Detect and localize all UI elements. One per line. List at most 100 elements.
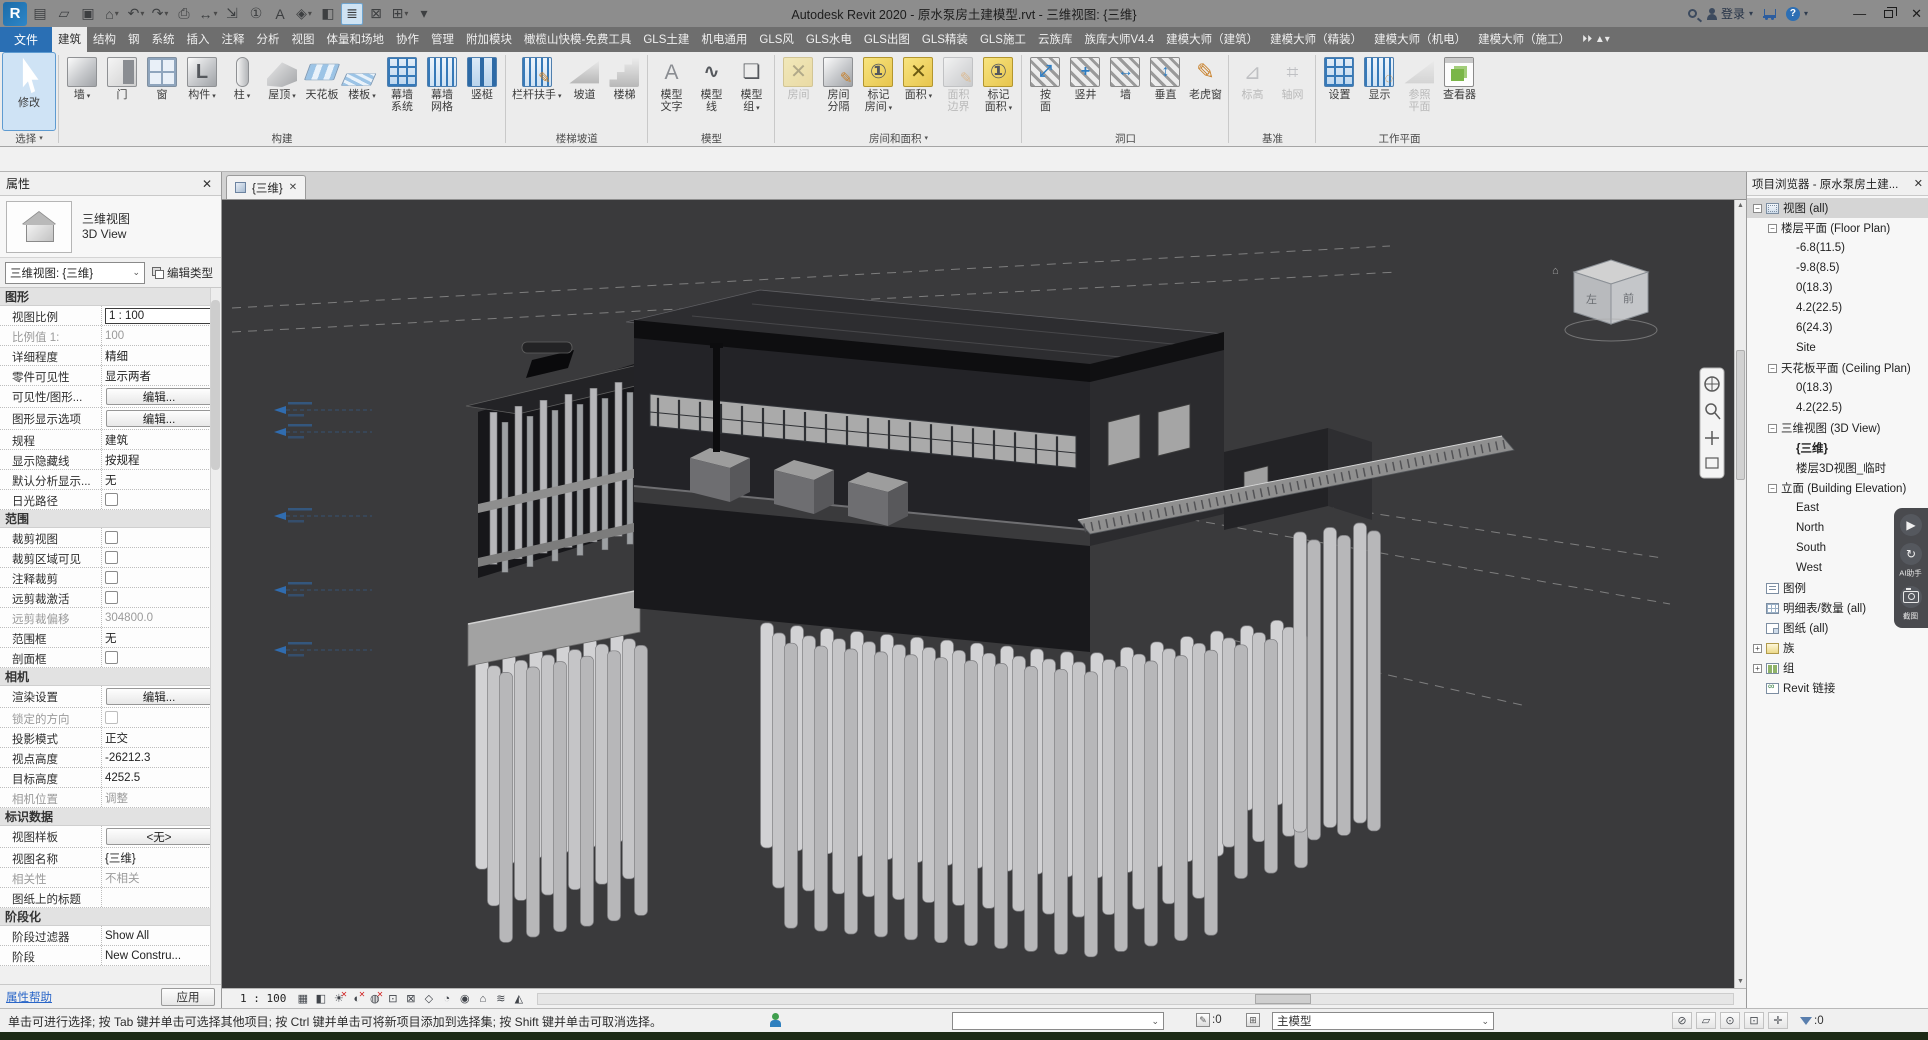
- select-links-icon[interactable]: ⊘: [1672, 1012, 1692, 1029]
- drawing-area[interactable]: ⌂ 左 前: [222, 200, 1746, 988]
- collapse-icon[interactable]: −: [1768, 224, 1777, 233]
- curtain-system-button[interactable]: 幕墙系统: [382, 53, 422, 130]
- property-value[interactable]: 调整: [102, 788, 221, 807]
- viewcube-left-face[interactable]: 左: [1586, 293, 1597, 306]
- properties-scrollbar[interactable]: [210, 288, 221, 984]
- select-underlay-icon[interactable]: ▱: [1696, 1012, 1716, 1029]
- redo-icon[interactable]: ↷▾: [149, 3, 171, 25]
- tab-GLS风[interactable]: GLS风: [753, 27, 800, 52]
- tab-族库大师V4.4[interactable]: 族库大师V4.4: [1078, 27, 1160, 52]
- room-separator-button[interactable]: ✎房间分隔: [818, 53, 858, 130]
- tree-item-Revit 链接[interactable]: Revit 链接: [1747, 678, 1928, 698]
- model-text-button[interactable]: A模型文字: [651, 53, 691, 130]
- project-browser-close-icon[interactable]: ✕: [1914, 177, 1923, 190]
- tab-file[interactable]: 文件: [0, 27, 52, 52]
- thin-lines-icon[interactable]: ≣: [341, 3, 363, 25]
- property-group-相机[interactable]: 相机∧: [0, 668, 221, 686]
- app-button-icon[interactable]: R: [3, 2, 27, 26]
- tab-建模大师（精装）[interactable]: 建模大师（精装）: [1264, 27, 1368, 52]
- apply-button[interactable]: 应用: [161, 988, 215, 1006]
- tab-钢[interactable]: 钢: [122, 27, 146, 52]
- canvas-horizontal-scrollbar[interactable]: [537, 993, 1734, 1005]
- close-inactive-windows-icon[interactable]: ⊠: [365, 3, 387, 25]
- tab-建模大师（施工）[interactable]: 建模大师（施工）: [1472, 27, 1576, 52]
- model-group-button[interactable]: ❏模型组 ▾: [731, 53, 771, 130]
- property-checkbox[interactable]: [105, 531, 118, 544]
- model-line-button[interactable]: ∿模型线: [691, 53, 731, 130]
- property-edit-button[interactable]: <无>: [106, 828, 212, 845]
- property-checkbox[interactable]: [105, 651, 118, 664]
- properties-close-icon[interactable]: ✕: [199, 177, 215, 191]
- 3d-model-view[interactable]: ⌂ 左 前: [222, 200, 1746, 988]
- tag-room-button[interactable]: ①标记房间 ▾: [858, 53, 898, 130]
- measure-icon[interactable]: ↔▾: [197, 3, 219, 25]
- switch-windows-icon[interactable]: ⊞▾: [389, 3, 411, 25]
- home-icon[interactable]: ▤: [29, 3, 51, 25]
- tab-云族库[interactable]: 云族库: [1032, 27, 1079, 52]
- window-button[interactable]: 窗: [142, 53, 182, 130]
- property-edit-button[interactable]: 编辑...: [106, 410, 212, 427]
- tab-GLS出图[interactable]: GLS出图: [858, 27, 916, 52]
- tree-item-三维视图 (3D View)[interactable]: −三维视图 (3D View): [1747, 418, 1928, 438]
- floor-button[interactable]: 楼板 ▾: [342, 53, 382, 130]
- tab-建模大师（建筑）[interactable]: 建模大师（建筑）: [1160, 27, 1264, 52]
- open-icon[interactable]: ▱: [53, 3, 75, 25]
- displace-elements-icon[interactable]: ≋: [492, 991, 509, 1007]
- property-group-阶段化[interactable]: 阶段化∧: [0, 908, 221, 926]
- collapse-icon[interactable]: −: [1768, 424, 1777, 433]
- ramp-button[interactable]: 坡道: [564, 53, 604, 130]
- tab-结构[interactable]: 结构: [87, 27, 122, 52]
- property-edit-button[interactable]: 编辑...: [106, 688, 212, 705]
- temporary-view-properties-icon[interactable]: ⌂: [474, 991, 491, 1007]
- property-value[interactable]: 无: [102, 628, 221, 647]
- sign-in-button[interactable]: 登录▾: [1707, 5, 1753, 22]
- navigation-bar[interactable]: [1700, 368, 1724, 478]
- roof-button[interactable]: 屋顶 ▾: [262, 53, 302, 130]
- property-value[interactable]: [102, 888, 221, 907]
- property-value[interactable]: 304800.0: [102, 608, 221, 627]
- tree-item-{三维}[interactable]: {三维}: [1747, 438, 1928, 458]
- property-value[interactable]: 100: [102, 326, 221, 345]
- help-button[interactable]: ?▾: [1786, 7, 1808, 21]
- select-by-face-icon[interactable]: ⊡: [1744, 1012, 1764, 1029]
- tab-overflow-controls[interactable]: ⏵⏵ ▲▾: [1576, 27, 1616, 52]
- filter-selection-count[interactable]: :0: [1800, 1015, 1824, 1027]
- assistant-plane-button[interactable]: ▶: [1900, 514, 1922, 536]
- tree-item-0(18.3)[interactable]: 0(18.3): [1747, 278, 1928, 298]
- property-checkbox[interactable]: [105, 571, 118, 584]
- tab-橄榄山快模-免费工具[interactable]: 橄榄山快模-免费工具: [518, 27, 637, 52]
- property-edit-button[interactable]: 编辑...: [106, 388, 212, 405]
- customize-qat-icon[interactable]: ▾: [413, 3, 435, 25]
- sun-path-icon[interactable]: ☀✕: [330, 991, 347, 1007]
- save-icon[interactable]: ▣: [77, 3, 99, 25]
- property-value[interactable]: 建筑: [102, 430, 221, 449]
- shaft-button[interactable]: +竖井: [1065, 53, 1105, 130]
- property-value[interactable]: 无: [102, 470, 221, 489]
- component-button[interactable]: L构件 ▾: [182, 53, 222, 130]
- property-checkbox[interactable]: [105, 493, 118, 506]
- tree-item-Site[interactable]: Site: [1747, 338, 1928, 358]
- property-value[interactable]: 4252.5: [102, 768, 221, 787]
- app-store-button[interactable]: [1763, 9, 1776, 18]
- tab-建筑[interactable]: 建筑: [52, 27, 87, 52]
- detail-level-icon[interactable]: ▦: [294, 991, 311, 1007]
- wall-button[interactable]: 墙 ▾: [62, 53, 102, 130]
- type-selector-dropdown[interactable]: 三维视图: {三维}⌄: [5, 262, 145, 284]
- ceiling-button[interactable]: 天花板: [302, 53, 342, 130]
- property-group-范围[interactable]: 范围∧: [0, 510, 221, 528]
- tree-item-视图 (all)[interactable]: −视图 (all): [1747, 198, 1928, 218]
- property-group-标识数据[interactable]: 标识数据∧: [0, 808, 221, 826]
- drag-on-selection-icon[interactable]: ✛: [1768, 1012, 1788, 1029]
- select-pinned-icon[interactable]: ⊙: [1720, 1012, 1740, 1029]
- railing-button[interactable]: ✎栏杆扶手 ▾: [509, 53, 564, 130]
- property-value[interactable]: 正交: [102, 728, 221, 747]
- screenshot-button[interactable]: 截图: [1900, 586, 1922, 622]
- area-button[interactable]: ✕面积 ▾: [898, 53, 938, 130]
- properties-help-link[interactable]: 属性帮助: [6, 989, 52, 1005]
- text-icon[interactable]: A: [269, 3, 291, 25]
- property-value[interactable]: 精细: [102, 346, 221, 365]
- tab-协作[interactable]: 协作: [390, 27, 425, 52]
- viewcube-front-face[interactable]: 前: [1623, 291, 1634, 305]
- tree-item--9.8(8.5)[interactable]: -9.8(8.5): [1747, 258, 1928, 278]
- unlocked-3d-view-icon[interactable]: ◇: [420, 991, 437, 1007]
